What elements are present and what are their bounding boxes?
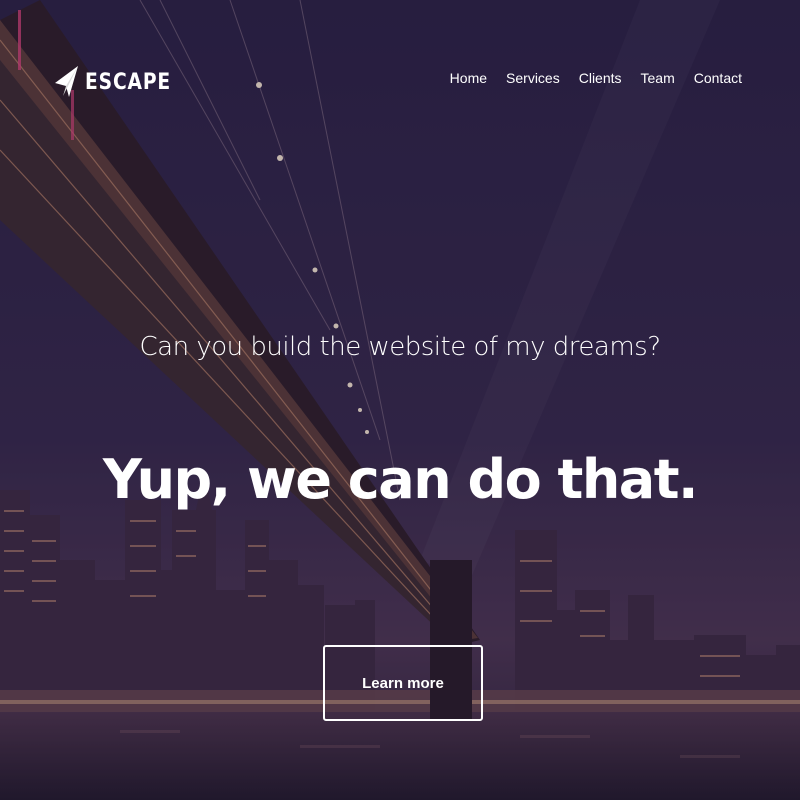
paper-plane-icon [55,66,78,97]
nav-menu: Home Services Clients Team Contact [431,70,742,86]
nav-link-services[interactable]: Services [506,70,560,86]
hero-headline: Yup, we can do that. [102,448,699,511]
nav-link-team[interactable]: Team [641,70,675,86]
nav-link-clients[interactable]: Clients [579,70,622,86]
brand-name: ESCAPE [85,69,172,95]
top-navigation: ESCAPE Home Services Clients Team Contac… [0,0,800,160]
learn-more-button[interactable]: Learn more [323,645,483,721]
nav-link-home[interactable]: Home [450,70,487,86]
hero-tagline: Can you build the website of my dreams? [139,332,661,362]
brand-logo[interactable]: ESCAPE [55,64,186,100]
nav-link-contact[interactable]: Contact [694,70,742,86]
hero-section: ESCAPE Home Services Clients Team Contac… [0,0,800,800]
